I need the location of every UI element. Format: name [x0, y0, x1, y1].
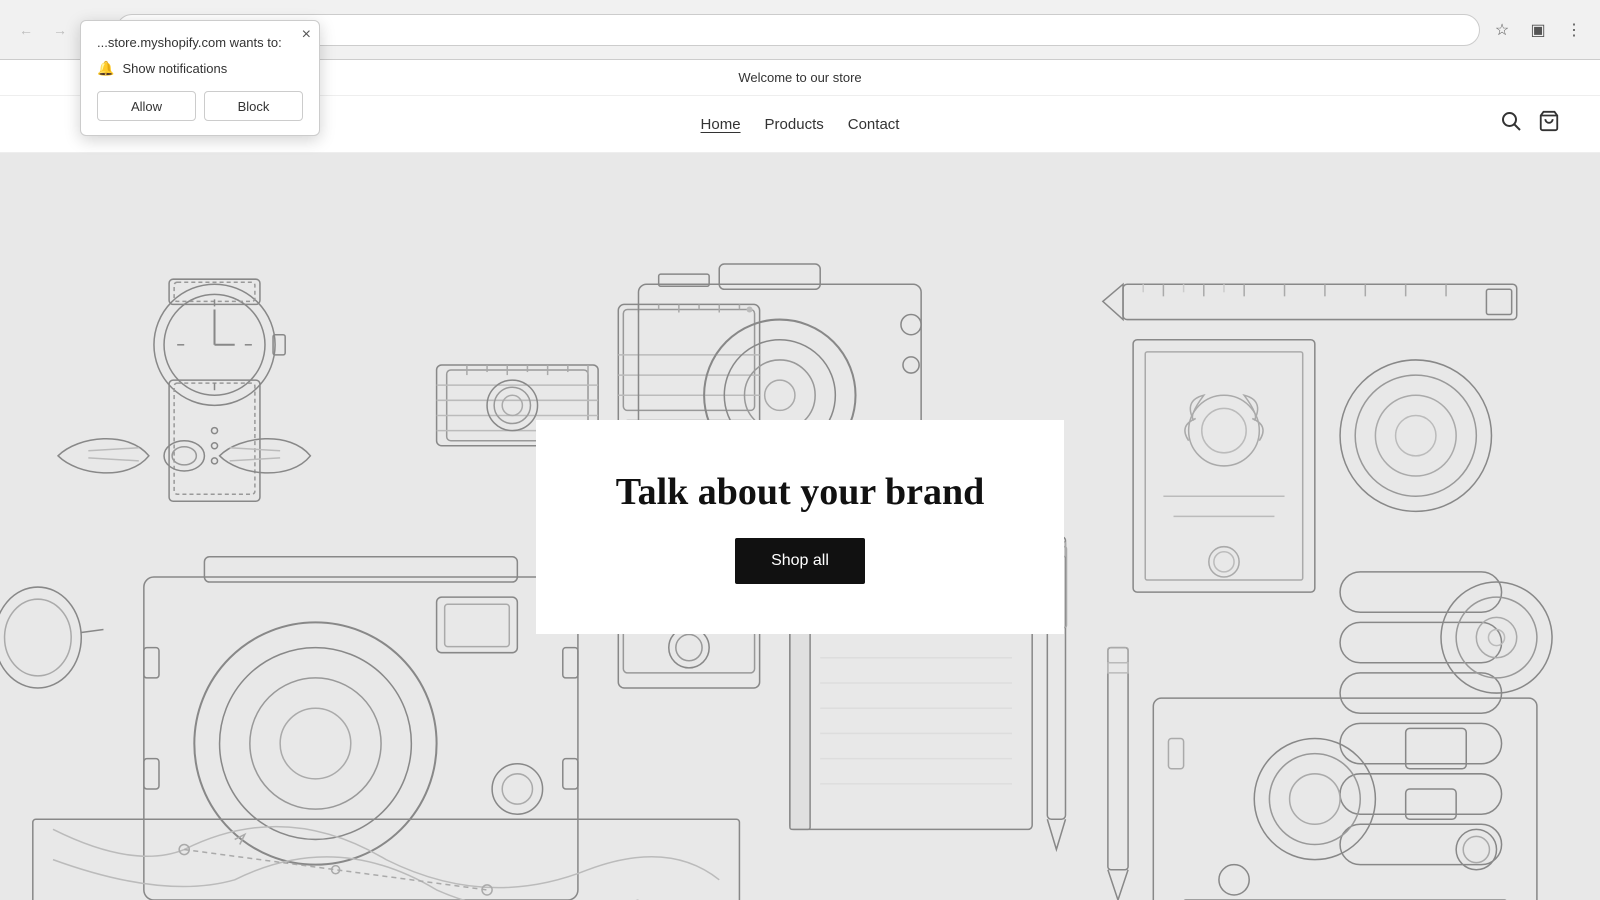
cart-button[interactable] — [1538, 110, 1560, 138]
extensions-button[interactable]: ▣ — [1524, 16, 1552, 44]
nav-products[interactable]: Products — [765, 116, 824, 133]
block-button[interactable]: Block — [204, 91, 303, 121]
store-nav-icons — [1500, 110, 1560, 138]
browser-actions: ☆ ▣ ⋮ — [1488, 16, 1588, 44]
bell-icon: 🔔 — [97, 60, 114, 77]
popup-permission-text: Show notifications — [122, 61, 227, 76]
search-button[interactable] — [1500, 110, 1522, 138]
topbar-text: Welcome to our store — [738, 70, 861, 85]
nav-home[interactable]: Home — [701, 116, 741, 133]
nav-contact[interactable]: Contact — [848, 116, 900, 133]
cart-icon — [1538, 110, 1560, 132]
menu-button[interactable]: ⋮ — [1560, 16, 1588, 44]
bookmark-button[interactable]: ☆ — [1488, 16, 1516, 44]
hero-title: Talk about your brand — [616, 470, 985, 514]
forward-button[interactable]: → — [46, 16, 74, 44]
back-button[interactable]: ← — [12, 16, 40, 44]
notification-popup: × ...store.myshopify.com wants to: 🔔 Sho… — [80, 20, 320, 136]
popup-title: ...store.myshopify.com wants to: — [97, 35, 303, 50]
website: Welcome to our store Home Products Conta… — [0, 60, 1600, 900]
hero-section: Talk about your brand Shop all — [0, 153, 1600, 900]
popup-notification-row: 🔔 Show notifications — [97, 60, 303, 77]
store-nav-links: Home Products Contact — [701, 116, 900, 133]
hero-card: Talk about your brand Shop all — [536, 420, 1065, 634]
search-icon — [1500, 110, 1522, 132]
shop-all-button[interactable]: Shop all — [735, 538, 865, 584]
popup-actions: Allow Block — [97, 91, 303, 121]
popup-close-button[interactable]: × — [302, 27, 311, 43]
address-bar[interactable]: ...store.myshopify.com — [116, 14, 1480, 46]
browser-chrome: ← → ↻ ...store.myshopify.com ☆ ▣ ⋮ × ...… — [0, 0, 1600, 60]
allow-button[interactable]: Allow — [97, 91, 196, 121]
